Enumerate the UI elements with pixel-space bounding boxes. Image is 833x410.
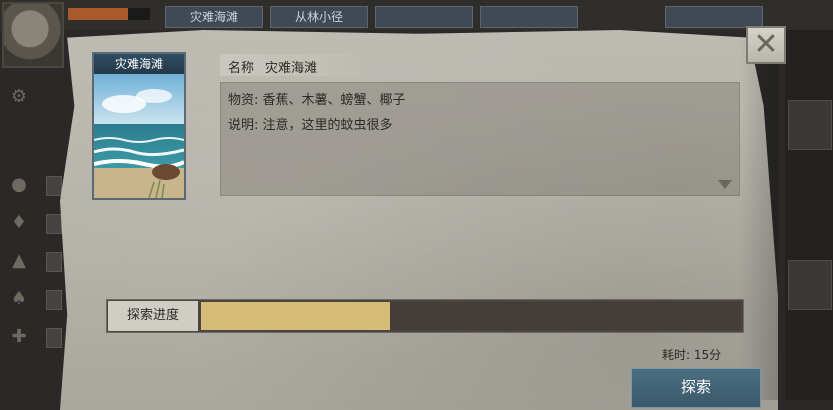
note-text: 说明: 注意，这里的蚊虫很多 bbox=[228, 118, 393, 133]
water-drop-icon: ♦ bbox=[10, 212, 28, 233]
fire-icon: ♠ bbox=[10, 288, 28, 309]
scroll-down-icon[interactable] bbox=[718, 180, 732, 189]
tab-location-1[interactable]: 灾难海滩 bbox=[165, 6, 263, 28]
tab-location-3[interactable] bbox=[375, 6, 473, 28]
card-title: 灾难海滩 bbox=[94, 54, 184, 74]
right-panel bbox=[785, 30, 833, 400]
health-bar bbox=[68, 8, 128, 20]
tab-location-4[interactable] bbox=[480, 6, 578, 28]
close-button[interactable]: ✕ bbox=[746, 26, 786, 64]
bread-icon: ● bbox=[11, 174, 27, 195]
fire-stat-box bbox=[46, 290, 62, 310]
right-slot-1[interactable] bbox=[788, 100, 832, 150]
campfire-icon: ▲ bbox=[12, 250, 26, 271]
gear-icon[interactable]: ⚙ bbox=[6, 84, 32, 110]
camp-stat-box bbox=[46, 252, 62, 272]
dialog-edge-shadow bbox=[740, 40, 778, 400]
name-label: 名称 bbox=[228, 61, 255, 76]
medical-stat-box bbox=[46, 328, 62, 348]
progress-fill bbox=[201, 302, 390, 330]
tab-location-2[interactable]: 从林小径 bbox=[270, 6, 368, 28]
explore-button[interactable]: 探索 bbox=[631, 368, 761, 408]
tab-location-5[interactable] bbox=[665, 6, 763, 28]
progress-label: 探索进度 bbox=[108, 301, 198, 331]
water-stat-box bbox=[46, 214, 62, 234]
health-bar-empty bbox=[128, 8, 150, 20]
location-card: 灾难海滩 bbox=[92, 52, 186, 200]
beach-scene-image bbox=[94, 74, 184, 198]
bread-stat-box bbox=[46, 176, 62, 196]
right-slot-2[interactable] bbox=[788, 260, 832, 310]
name-value: 灾难海滩 bbox=[265, 61, 318, 76]
supplies-text: 物资: 香蕉、木薯、螃蟹、椰子 bbox=[228, 93, 406, 108]
time-cost: 耗时: 15分 bbox=[662, 348, 722, 362]
player-avatar[interactable] bbox=[2, 2, 64, 68]
medical-cross-icon: ✚ bbox=[11, 326, 27, 347]
